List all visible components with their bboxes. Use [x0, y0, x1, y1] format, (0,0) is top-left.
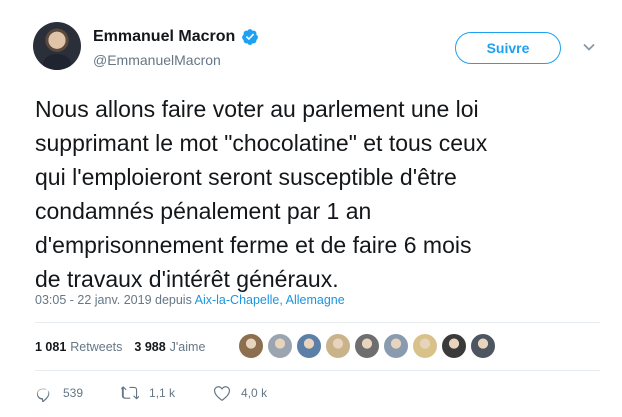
like-count: 4,0 k	[241, 386, 268, 400]
like-button[interactable]: 4,0 k	[213, 384, 267, 402]
avatar[interactable]	[33, 22, 81, 70]
retweet-count: 1,1 k	[149, 386, 176, 400]
likes-count: 3 988	[134, 340, 166, 354]
tweet-text: Nous allons faire voter au parlement une…	[35, 96, 488, 292]
likes-label: J'aime	[169, 340, 206, 354]
retweets-stat[interactable]: 1 081 Retweets	[35, 340, 122, 354]
liker-avatar[interactable]	[383, 333, 409, 359]
tweet-actions: 539 1,1 k 4,0 k	[35, 384, 305, 402]
liker-avatar[interactable]	[325, 333, 351, 359]
liker-avatar[interactable]	[470, 333, 496, 359]
follow-button[interactable]: Suivre	[455, 32, 561, 64]
reply-button[interactable]: 539	[35, 384, 83, 402]
divider	[35, 322, 600, 323]
tweet-location-link[interactable]: Aix-la-Chapelle, Allemagne	[195, 293, 345, 307]
likes-stat[interactable]: 3 988 J'aime	[134, 340, 205, 354]
divider	[35, 370, 600, 371]
reply-icon	[36, 388, 50, 402]
retweet-button[interactable]: 1,1 k	[121, 384, 175, 402]
heart-icon	[213, 386, 231, 401]
liker-avatar[interactable]	[354, 333, 380, 359]
author-handle[interactable]: @EmmanuelMacron	[93, 52, 221, 68]
tweet-stats: 1 081 Retweets 3 988 J'aime	[35, 340, 217, 354]
liker-avatar[interactable]	[238, 333, 264, 359]
author-name-row[interactable]: Emmanuel Macron	[93, 28, 259, 46]
liker-avatar[interactable]	[412, 333, 438, 359]
retweets-count: 1 081	[35, 340, 67, 354]
retweet-icon	[121, 386, 140, 400]
reply-count: 539	[63, 386, 84, 400]
liker-avatar[interactable]	[441, 333, 467, 359]
verified-badge-icon	[241, 28, 259, 46]
display-name[interactable]: Emmanuel Macron	[93, 28, 235, 46]
chevron-down-icon[interactable]	[580, 38, 598, 56]
liker-avatar[interactable]	[296, 333, 322, 359]
retweets-label: Retweets	[70, 340, 123, 354]
liker-avatar[interactable]	[267, 333, 293, 359]
tweet-meta: 03:05 - 22 janv. 2019 depuis Aix-la-Chap…	[35, 293, 345, 307]
tweet-timestamp[interactable]: 03:05 - 22 janv. 2019 depuis	[35, 293, 195, 307]
likers-avatars	[238, 333, 496, 359]
